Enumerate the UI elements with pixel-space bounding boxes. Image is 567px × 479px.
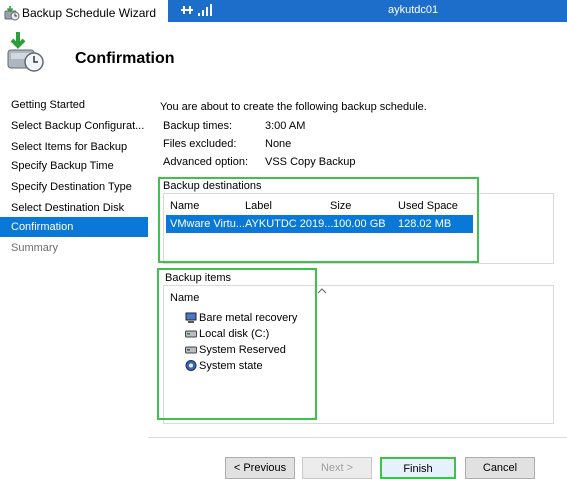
backup-times-value: 3:00 AM (265, 120, 306, 132)
backup-schedule-icon (6, 30, 46, 74)
backup-times-label: Backup times: (163, 120, 233, 132)
intro-text: You are about to create the following ba… (160, 101, 427, 113)
signal-strength-icon (198, 4, 212, 16)
finish-button[interactable]: Finish (380, 457, 456, 479)
pin-icon[interactable] (180, 3, 194, 17)
nav-item-summary: Summary (11, 242, 59, 254)
remote-connection-bar (168, 0, 567, 22)
nav-item-getting-started[interactable]: Getting Started (0, 95, 148, 115)
remote-host-name: aykutdc01 (388, 4, 439, 16)
files-excluded-label: Files excluded: (163, 138, 237, 150)
backup-app-icon (4, 5, 20, 21)
next-button: Next > (302, 457, 372, 479)
window-title: Backup Schedule Wizard (22, 6, 157, 20)
highlight-backup-items (157, 268, 317, 420)
sort-ascending-icon (317, 286, 327, 297)
divider (148, 437, 567, 438)
nav-item-select-destination-disk[interactable]: Select Destination Disk (0, 198, 148, 218)
nav-item-select-backup-configuration[interactable]: Select Backup Configurat... (0, 116, 148, 136)
nav-item-specify-destination-type[interactable]: Specify Destination Type (0, 177, 148, 197)
nav-item-select-items-for-backup[interactable]: Select Items for Backup (0, 137, 148, 157)
nav-item-specify-backup-time[interactable]: Specify Backup Time (0, 156, 148, 176)
advanced-option-value: VSS Copy Backup (265, 156, 356, 168)
page-title: Confirmation (75, 50, 175, 67)
previous-button[interactable]: < Previous (225, 457, 295, 479)
advanced-option-label: Advanced option: (163, 156, 249, 168)
highlight-backup-destinations (158, 177, 479, 263)
cancel-button[interactable]: Cancel (465, 457, 535, 479)
nav-item-confirmation[interactable]: Confirmation (0, 217, 148, 237)
files-excluded-value: None (265, 138, 292, 150)
